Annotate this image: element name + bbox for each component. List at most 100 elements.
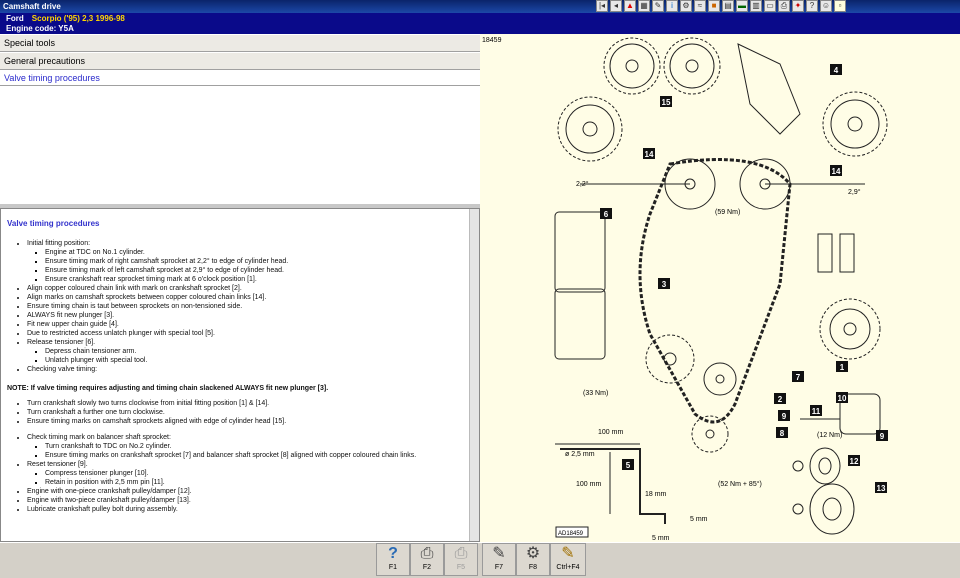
calendar-icon[interactable]: ▤ (722, 0, 734, 12)
nav-prev-icon[interactable]: ◂ (610, 0, 622, 12)
settings-button[interactable]: ⚙ F8 (516, 543, 550, 576)
menu-special-tools[interactable]: Special tools (0, 34, 480, 52)
dim-label-phi: ø 2,5 mm (565, 451, 595, 458)
warning-icon[interactable]: ▲ (624, 0, 636, 12)
list-item: Ensure crankshaft rear sprocket timing m… (45, 275, 464, 284)
fkey-label: Ctrl+F4 (556, 564, 580, 571)
callout-9b: 9 (880, 432, 885, 441)
callout-6: 6 (604, 210, 609, 219)
list-item: Ensure timing mark of left camshaft spro… (45, 266, 464, 275)
timing-diagram: 18459 2,2° 2,9° (59 Nm) (33 Nm) (12 Nm) … (480, 34, 960, 542)
callout-9a: 9 (782, 412, 787, 421)
tools-button[interactable]: ✎ F7 (482, 543, 516, 576)
info-icon[interactable]: i (666, 0, 678, 12)
list-item: Release tensioner [6]. Depress chain ten… (27, 338, 464, 365)
vehicle-model: Scorpio ('95) 2,3 1996-98 (31, 14, 125, 23)
table-icon[interactable]: ▦ (638, 0, 650, 12)
callout-5: 5 (626, 461, 631, 470)
list-item: Turn crankshaft slowly two turns clockwi… (27, 399, 464, 408)
callout-7: 7 (796, 373, 801, 382)
note-icon[interactable]: ▫ (834, 0, 846, 12)
list-item: Turn crankshaft a further one turn clock… (27, 408, 464, 417)
camshaft-sprocket-pair (603, 37, 721, 95)
chart-icon[interactable]: ▥ (750, 0, 762, 12)
help-button[interactable]: ? F1 (376, 543, 410, 576)
callout-14a: 14 (645, 150, 654, 159)
list-item: Align marks on camshaft sprockets betwee… (27, 293, 464, 302)
callout-14b: 14 (832, 167, 841, 176)
callout-4: 4 (834, 66, 839, 75)
tool-icon[interactable]: ✎ (652, 0, 664, 12)
list-item: Retain in position with 2,5 mm pin [11]. (45, 478, 464, 487)
wiring-icon[interactable]: ≈ (694, 0, 706, 12)
notes-icon: ✎ (561, 545, 575, 562)
gear-icon[interactable]: ⚙ (680, 0, 692, 12)
list-item: Due to restricted access unlatch plunger… (27, 329, 464, 338)
torque-label-12: (12 Nm) (817, 432, 842, 439)
settings-icon: ⚙ (525, 545, 541, 562)
diagram-ref: 18459 (482, 37, 502, 44)
fkey-label: F1 (388, 564, 398, 571)
list-item: Lubricate crankshaft pulley bolt during … (27, 505, 464, 514)
vehicle-line: Ford Scorpio ('95) 2,3 1996-98 (6, 14, 125, 23)
document-scrollbar[interactable] (469, 209, 479, 541)
list-item: ALWAYS fit new plunger [3]. (27, 311, 464, 320)
callout-12: 12 (850, 457, 859, 466)
nav-first-icon[interactable]: |◂ (596, 0, 608, 12)
tools-icon: ✎ (492, 545, 506, 562)
dim-label-18: 18 mm (645, 491, 667, 498)
help-icon[interactable]: ? (806, 0, 818, 12)
callout-10: 10 (838, 394, 847, 403)
list-item: Ensure timing marks on camshaft sprocket… (27, 417, 464, 426)
callout-13: 13 (877, 484, 886, 493)
list-item: Ensure timing marks on crankshaft sprock… (45, 451, 464, 460)
procedure-note: NOTE: If valve timing requires adjusting… (7, 385, 329, 392)
plunger-detail (817, 233, 855, 273)
help-icon: ? (388, 545, 398, 562)
torque-label-52: (52 Nm + 85°) (718, 480, 762, 488)
list-item: Reset tensioner [9]. Compress tensioner … (27, 460, 464, 487)
print-preview-icon: ⎙ (454, 545, 468, 562)
print-preview-button[interactable]: ⎙ F5 (444, 543, 478, 576)
function-bar (0, 542, 960, 578)
cam-sprocket-detail-left (557, 96, 623, 162)
engine-icon[interactable]: ■ (708, 0, 720, 12)
menu-valve-timing[interactable]: Valve timing procedures (0, 70, 480, 86)
cam-sprocket-detail-right (822, 91, 888, 157)
list-item: Unlatch plunger with special tool. (45, 356, 464, 365)
list-item: Engine with one-piece crankshaft pulley/… (27, 487, 464, 496)
print-button[interactable]: ⎙ F2 (410, 543, 444, 576)
user-icon[interactable]: ☺ (820, 0, 832, 12)
callout-11: 11 (812, 407, 821, 416)
print-icon[interactable]: ⎙ (778, 0, 790, 12)
menu-general-precautions[interactable]: General precautions (0, 52, 480, 70)
fkey-label: F5 (456, 564, 466, 571)
timing-chain (638, 158, 792, 424)
list-item: Check timing mark on balancer shaft spro… (27, 433, 464, 460)
fkey-label: F7 (494, 564, 504, 571)
sprocket-detail-1 (819, 298, 881, 360)
document-icon[interactable]: ▭ (764, 0, 776, 12)
vehicle-make: Ford (6, 14, 24, 23)
torque-label-33: (33 Nm) (583, 390, 608, 397)
procedure-document: Valve timing procedures Initial fitting … (0, 208, 480, 542)
notes-button[interactable]: ✎ Ctrl+F4 (550, 543, 586, 576)
list-item: Fit new upper chain guide [4]. (27, 320, 464, 329)
diagram-code: AD18459 (558, 531, 584, 537)
dim-label-100a: 100 mm (598, 429, 623, 436)
list-item: Compress tensioner plunger [10]. (45, 469, 464, 478)
list-item: Engine with two-piece crankshaft pulley/… (27, 496, 464, 505)
list-item: Ensure timing mark of right camshaft spr… (45, 257, 464, 266)
callout-3: 3 (662, 280, 667, 289)
crankshaft-pulleys (792, 447, 855, 535)
settings-icon[interactable]: ✦ (792, 0, 804, 12)
engine-code: Engine code: Y5A (6, 24, 74, 33)
list-item: Align copper coloured chain link with ma… (27, 284, 464, 293)
car-icon[interactable]: ▬ (736, 0, 748, 12)
angle-label-right: 2,9° (848, 188, 861, 196)
callout-8: 8 (780, 429, 785, 438)
list-item: Initial fitting position: Engine at TDC … (27, 239, 464, 284)
list-item: Engine at TDC on No.1 cylinder. (45, 248, 464, 257)
callout-2: 2 (778, 395, 783, 404)
menu-empty-area (0, 86, 480, 204)
